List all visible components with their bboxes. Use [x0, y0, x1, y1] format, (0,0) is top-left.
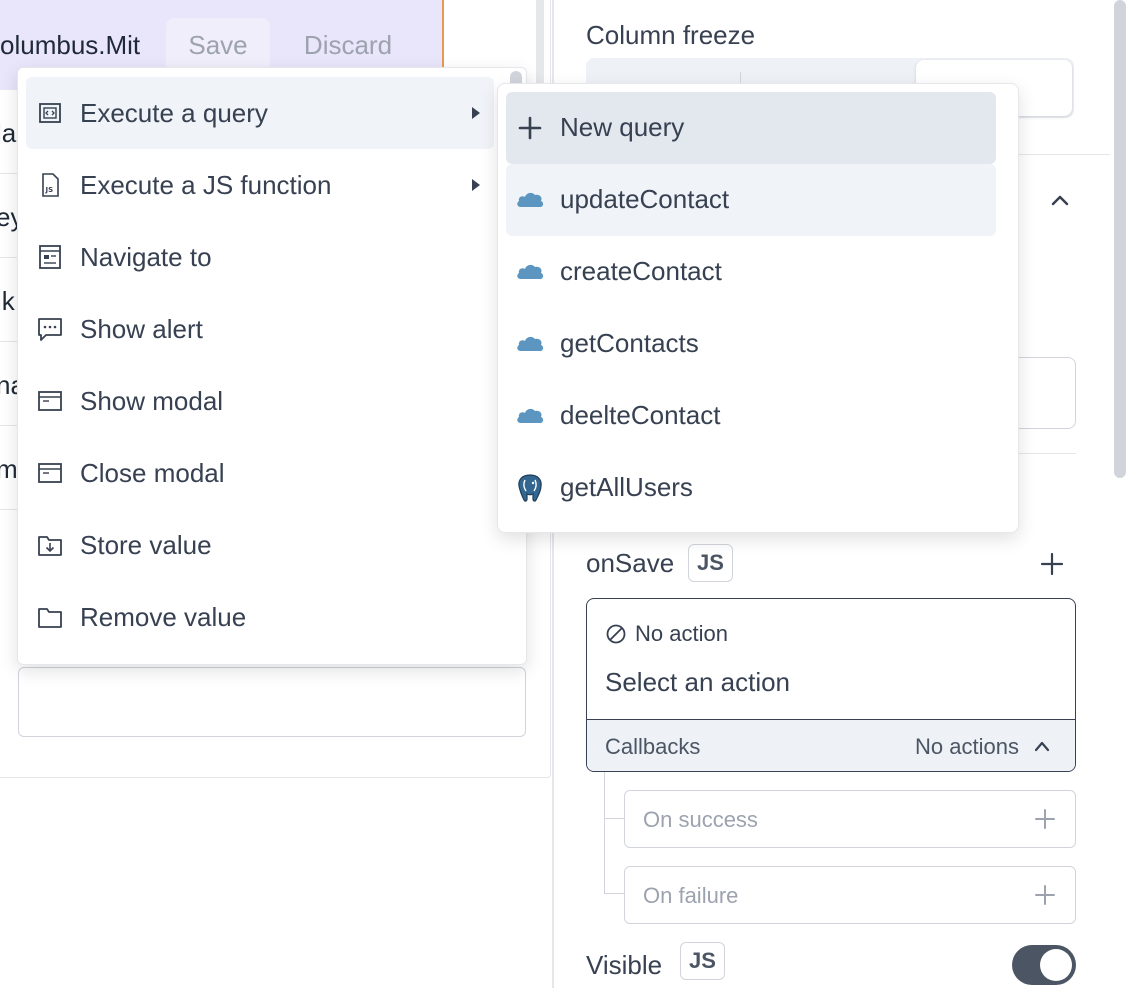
plus-icon: [518, 116, 542, 140]
store-folder-icon: [38, 536, 62, 556]
callbacks-label: Callbacks: [605, 734, 701, 759]
menu-item-store-value[interactable]: Store value: [26, 509, 494, 581]
onsave-js-toggle[interactable]: JS: [688, 544, 733, 582]
submenu-arrow-icon: [472, 179, 480, 191]
on-failure-callback[interactable]: On failure: [624, 866, 1076, 924]
callback-tree-line: [604, 893, 624, 894]
navigate-icon: [39, 245, 61, 269]
menu-item-close-modal[interactable]: Close modal: [26, 437, 494, 509]
on-failure-label: On failure: [643, 883, 739, 908]
menu-item-execute-query[interactable]: Execute a query: [26, 77, 494, 149]
callback-tree-line: [604, 772, 605, 894]
submenu-arrow-icon: [472, 107, 480, 119]
callbacks-count-label: No actions: [915, 734, 1019, 759]
new-query-label: New query: [560, 112, 685, 142]
menu-item-remove-value[interactable]: Remove value: [26, 581, 494, 653]
menu-item-execute-js[interactable]: JS Execute a JS function: [26, 149, 494, 221]
chevron-up-icon[interactable]: [1046, 188, 1074, 212]
modal-window-icon: [38, 391, 62, 411]
menu-item-navigate-to[interactable]: Navigate to: [26, 221, 494, 293]
query-icon: [39, 103, 61, 123]
query-item-getallusers[interactable]: getAllUsers: [506, 452, 996, 524]
menu-item-label: Execute a JS function: [80, 169, 332, 200]
modal-window-icon: [38, 463, 62, 483]
callback-tree-line: [604, 818, 624, 819]
folder-icon: [38, 608, 62, 628]
onsave-label: onSave: [586, 548, 675, 578]
query-item-label: getAllUsers: [560, 472, 693, 502]
editing-cell-text[interactable]: olumbus.Mit: [0, 30, 140, 61]
add-action-plus-icon[interactable]: [1038, 550, 1066, 578]
visible-js-toggle[interactable]: JS: [680, 942, 725, 980]
row-discard-button[interactable]: Discard: [282, 18, 414, 72]
query-item-createcontact[interactable]: createContact: [506, 236, 996, 308]
alert-message-icon: [38, 318, 62, 341]
menu-item-show-alert[interactable]: Show alert: [26, 293, 494, 365]
column-freeze-label: Column freeze: [586, 20, 756, 50]
query-item-updatecontact[interactable]: updateContact: [506, 164, 996, 236]
cloud-icon: [517, 192, 544, 207]
query-item-label: updateContact: [560, 184, 730, 214]
query-item-label: deelteContact: [560, 400, 721, 430]
on-success-callback[interactable]: On success: [624, 790, 1076, 848]
no-action-icon: [606, 624, 626, 644]
no-action-row: No action: [605, 621, 728, 647]
cloud-icon: [517, 264, 544, 279]
plus-icon[interactable]: [1033, 807, 1057, 831]
menu-item-label: Execute a query: [80, 97, 268, 128]
svg-text:JS: JS: [45, 186, 54, 194]
menu-item-show-modal[interactable]: Show modal: [26, 365, 494, 437]
menu-item-label: Remove value: [80, 601, 247, 632]
menu-item-label: Store value: [80, 529, 212, 560]
postgres-elephant-icon: [518, 474, 542, 502]
menu-item-label: Close modal: [80, 457, 225, 488]
row-save-button[interactable]: Save: [166, 18, 270, 72]
onsave-action-selector[interactable]: No action Select an action Callbacks No …: [586, 598, 1076, 772]
query-item-deeltecontact[interactable]: deelteContact: [506, 380, 996, 452]
cloud-icon: [517, 408, 544, 423]
property-pane-scrollbar[interactable]: [1114, 0, 1126, 478]
menu-item-label: Show modal: [80, 385, 224, 416]
query-item-label: getContacts: [560, 328, 699, 358]
js-file-icon: JS: [42, 173, 59, 197]
visible-toggle[interactable]: [1012, 945, 1076, 985]
chevron-up-icon[interactable]: [1031, 736, 1053, 756]
menu-item-label: Show alert: [80, 313, 203, 344]
query-item-getcontacts[interactable]: getContacts: [506, 308, 996, 380]
on-success-label: On success: [643, 807, 758, 832]
table-footer-input[interactable]: [18, 667, 526, 737]
select-action-placeholder[interactable]: Select an action: [605, 667, 790, 698]
toggle-knob: [1040, 949, 1072, 981]
menu-item-label: Navigate to: [80, 241, 212, 272]
no-action-label: No action: [635, 621, 728, 646]
table-cell-text: la: [0, 118, 17, 148]
cloud-icon: [517, 336, 544, 351]
table-cell-text: ik: [0, 286, 15, 316]
table-cell-text: m: [0, 454, 18, 485]
plus-icon[interactable]: [1033, 883, 1057, 907]
query-item-label: createContact: [560, 256, 722, 286]
visible-label: Visible: [586, 950, 663, 980]
new-query-button[interactable]: New query: [506, 92, 996, 164]
callbacks-bar[interactable]: Callbacks No actions: [587, 719, 1075, 771]
